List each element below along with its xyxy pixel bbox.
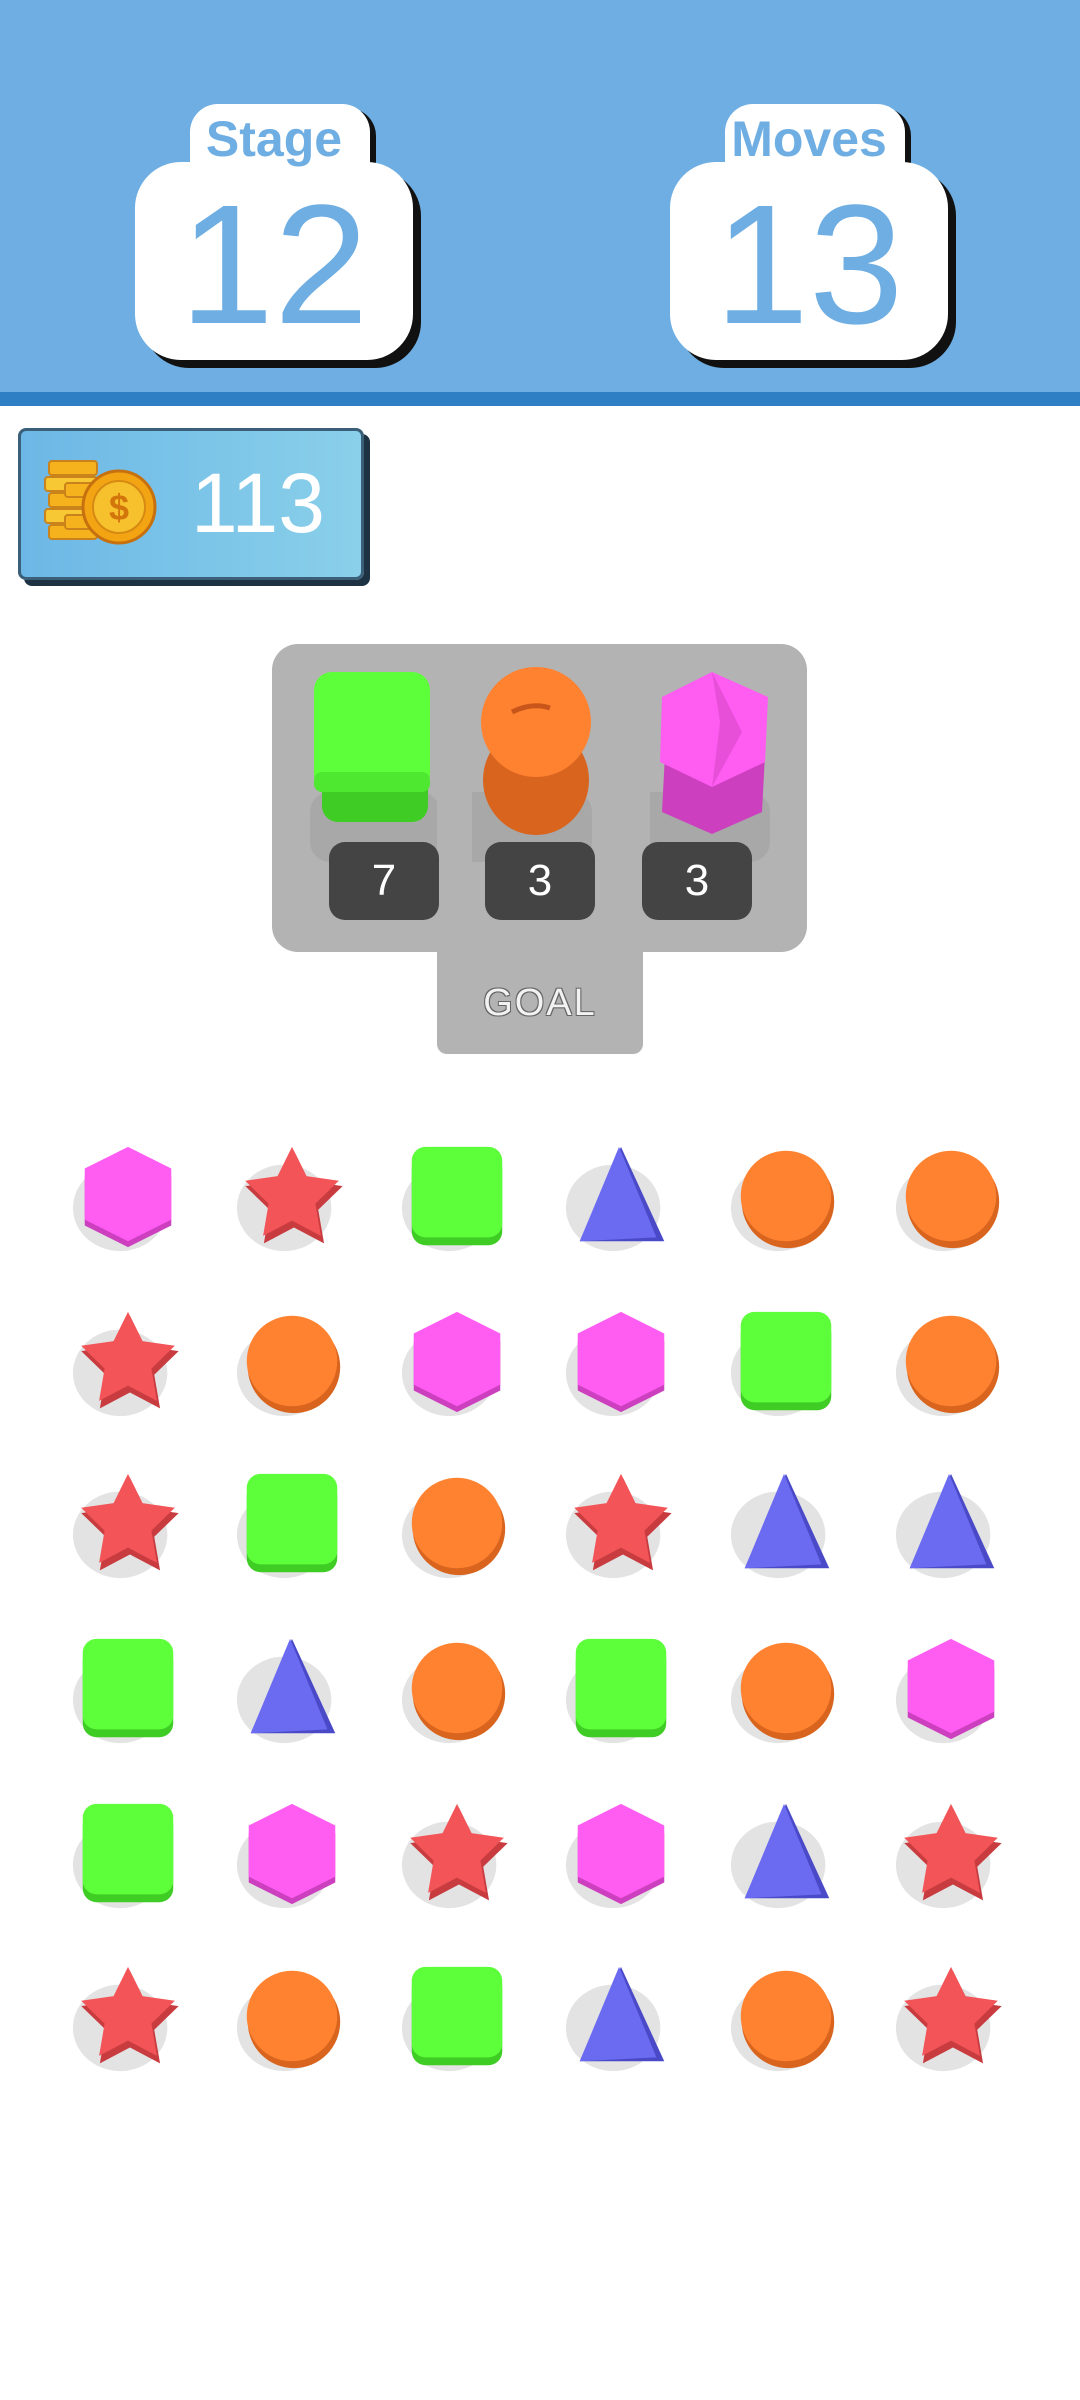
- circle-piece[interactable]: [727, 1139, 845, 1257]
- hexagon-icon: [565, 1311, 665, 1417]
- square-piece[interactable]: [69, 1631, 187, 1749]
- square-piece[interactable]: [233, 1466, 351, 1584]
- circle-piece[interactable]: [398, 1631, 516, 1749]
- square-icon: [72, 1803, 174, 1909]
- triangle-piece[interactable]: [233, 1631, 351, 1749]
- square-icon: [236, 1473, 338, 1579]
- square-icon: [72, 1638, 174, 1744]
- circle-icon: [895, 1150, 1000, 1252]
- star-icon: [895, 1803, 1002, 1909]
- circle-icon: [236, 1315, 341, 1417]
- star-piece[interactable]: [398, 1796, 516, 1914]
- star-piece[interactable]: [69, 1959, 187, 2077]
- hexagon-piece[interactable]: [562, 1796, 680, 1914]
- game-board: [0, 0, 1080, 2400]
- hexagon-icon: [401, 1311, 501, 1417]
- hexagon-piece[interactable]: [892, 1631, 1010, 1749]
- circle-piece[interactable]: [727, 1631, 845, 1749]
- circle-piece[interactable]: [398, 1466, 516, 1584]
- circle-icon: [730, 1150, 835, 1252]
- triangle-piece[interactable]: [892, 1466, 1010, 1584]
- star-icon: [895, 1966, 1002, 2072]
- circle-piece[interactable]: [233, 1959, 351, 2077]
- star-icon: [72, 1966, 179, 2072]
- triangle-piece[interactable]: [727, 1796, 845, 1914]
- square-piece[interactable]: [727, 1304, 845, 1422]
- circle-icon: [401, 1642, 506, 1744]
- triangle-icon: [895, 1473, 995, 1579]
- hexagon-piece[interactable]: [398, 1304, 516, 1422]
- square-icon: [730, 1311, 832, 1417]
- circle-icon: [895, 1315, 1000, 1417]
- star-piece[interactable]: [69, 1304, 187, 1422]
- circle-icon: [236, 1970, 341, 2072]
- star-piece[interactable]: [562, 1466, 680, 1584]
- triangle-icon: [565, 1966, 665, 2072]
- square-icon: [565, 1638, 667, 1744]
- star-piece[interactable]: [892, 1959, 1010, 2077]
- triangle-icon: [730, 1473, 830, 1579]
- hexagon-piece[interactable]: [69, 1139, 187, 1257]
- hexagon-icon: [236, 1803, 336, 1909]
- star-icon: [72, 1473, 179, 1579]
- circle-piece[interactable]: [727, 1959, 845, 2077]
- circle-piece[interactable]: [233, 1304, 351, 1422]
- star-piece[interactable]: [233, 1139, 351, 1257]
- square-piece[interactable]: [69, 1796, 187, 1914]
- star-piece[interactable]: [69, 1466, 187, 1584]
- circle-icon: [401, 1477, 506, 1579]
- hexagon-piece[interactable]: [562, 1304, 680, 1422]
- circle-piece[interactable]: [892, 1304, 1010, 1422]
- triangle-icon: [730, 1803, 830, 1909]
- square-piece[interactable]: [562, 1631, 680, 1749]
- star-icon: [236, 1146, 343, 1252]
- star-icon: [565, 1473, 672, 1579]
- square-piece[interactable]: [398, 1139, 516, 1257]
- square-piece[interactable]: [398, 1959, 516, 2077]
- star-icon: [401, 1803, 508, 1909]
- circle-piece[interactable]: [892, 1139, 1010, 1257]
- hexagon-piece[interactable]: [233, 1796, 351, 1914]
- star-icon: [72, 1311, 179, 1417]
- square-icon: [401, 1966, 503, 2072]
- triangle-piece[interactable]: [562, 1139, 680, 1257]
- star-piece[interactable]: [892, 1796, 1010, 1914]
- triangle-piece[interactable]: [727, 1466, 845, 1584]
- triangle-piece[interactable]: [562, 1959, 680, 2077]
- circle-icon: [730, 1970, 835, 2072]
- square-icon: [401, 1146, 503, 1252]
- triangle-icon: [236, 1638, 336, 1744]
- hexagon-icon: [565, 1803, 665, 1909]
- hexagon-icon: [895, 1638, 995, 1744]
- hexagon-icon: [72, 1146, 172, 1252]
- triangle-icon: [565, 1146, 665, 1252]
- circle-icon: [730, 1642, 835, 1744]
